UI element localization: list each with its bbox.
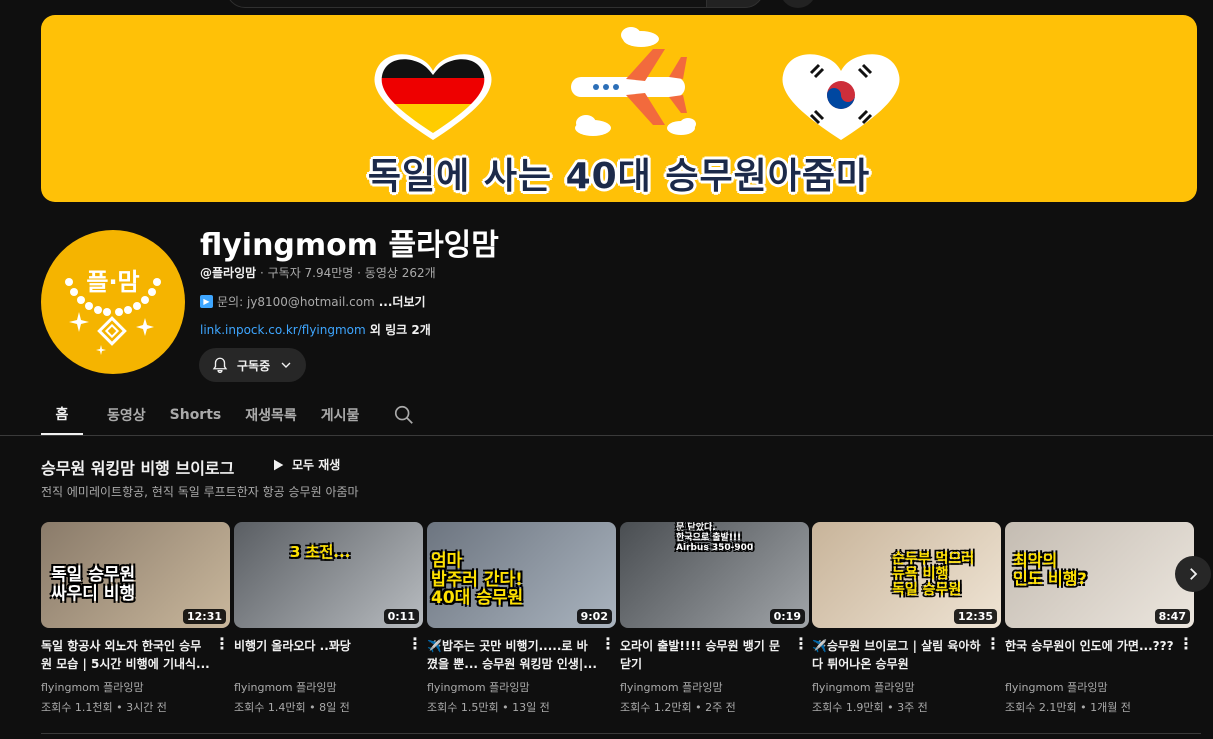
tab-videos[interactable]: 동영상 [107,394,146,435]
channel-title: flyingmom 플라잉맘 [200,228,499,263]
video-thumbnail[interactable]: 3 초전... 0:11 [234,522,423,628]
channel-handle: @플라잉맘 [200,266,257,280]
thumbnail-text: 최악의 인도 비행? [1013,551,1087,588]
next-button[interactable] [1175,556,1211,592]
more-vert-icon[interactable]: ⋮ [214,634,230,654]
chevron-right-icon [1190,568,1198,580]
necklace-icon [65,278,161,355]
banner-caption: 독일에 사는 40대 승무원아줌마 [367,156,871,197]
tab-home[interactable]: 홈 [41,394,83,435]
section-subtitle: 전직 에미레이트항공, 현직 독일 루프트한자 항공 승무원 아줌마 [41,485,359,499]
video-title[interactable]: ✈️밥주는 곳만 비행기.....로 바꼈을 뿐... 승무원 워킹맘 인생|.… [427,637,597,673]
video-channel[interactable]: flyingmom 플라잉맘 [41,679,230,695]
channel-banner: 독일에 사는 40대 승무원아줌마 [41,15,1197,202]
channel-desc-text: 문의: jy8100@hotmail.com [217,295,375,309]
thumbnail-text: 3 초전... [290,543,351,561]
tab-divider [0,435,1213,436]
thumbnail-text: 문 닫았다. 한국으로 출발!!! Airbus 350-900 [676,523,754,553]
play-all-label: 모두 재생 [292,458,341,472]
section-title[interactable]: 승무원 워킹맘 비행 브이로그 [41,455,234,479]
video-title[interactable]: 독일 항공사 외노자 한국인 승무원 모습 | 5시간 비행에 기내식... [41,637,211,673]
section-divider [41,733,1201,734]
video-card[interactable]: 독일 승무원 싸우디 비행 12:31 독일 항공사 외노자 한국인 승무원 모습 … [41,522,230,715]
video-card[interactable]: 엄마 밥주러 간다! 40대 승무원 9:02 ✈️밥주는 곳만 비행기.....로… [427,522,616,715]
video-card[interactable]: 순두부 먹으러 뉴욕 비행 독일 승무원 12:35 ✈️승무원 브이로그 | 살림… [812,522,1001,715]
video-thumbnail[interactable]: 엄마 밥주러 간다! 40대 승무원 9:02 [427,522,616,628]
video-duration: 8:47 [1154,609,1190,624]
more-vert-icon[interactable]: ⋮ [985,634,1001,654]
german-heart-icon [374,54,492,140]
subscribed-button[interactable]: 구독중 [199,348,306,382]
video-title[interactable]: 비행기 올라오다 ..꽈당 [234,637,404,673]
more-vert-icon[interactable]: ⋮ [600,634,616,654]
video-duration: 12:31 [182,609,226,624]
subscribed-label: 구독중 [237,358,271,373]
channel-search-button[interactable] [393,394,415,435]
video-thumbnail[interactable]: 순두부 먹으러 뉴욕 비행 독일 승무원 12:35 [812,522,1001,628]
channel-tabs: 홈 동영상 Shorts 재생목록 게시물 [41,394,415,435]
video-title[interactable]: 한국 승무원이 인도에 가면...??? [1005,637,1175,673]
thumbnail-text: 엄마 밥주러 간다! 40대 승무원 [431,551,524,609]
video-card[interactable]: 3 초전... 0:11 비행기 올라오다 ..꽈당 flyingmom 플라잉맘조회… [234,522,423,715]
video-title[interactable]: 오라이 출발!!!! 승무원 뱅기 문닫기 [620,637,790,673]
video-card[interactable]: 문 닫았다. 한국으로 출발!!! Airbus 350-900 0:19 오라이 … [620,522,809,715]
video-thumbnail[interactable]: 최악의 인도 비행? 8:47 [1005,522,1194,628]
more-vert-icon[interactable]: ⋮ [1178,634,1194,654]
video-stats: 조회수 1.2만회 • 2주 전 [620,701,736,714]
video-stats: 조회수 1.5만회 • 13일 전 [427,701,550,714]
channel-link[interactable]: link.inpock.co.kr/flyingmom [200,323,366,337]
search-icon [395,405,414,424]
video-channel[interactable]: flyingmom 플라잉맘 [1005,679,1194,695]
video-stats: 조회수 2.1만회 • 1개월 전 [1005,701,1131,714]
tab-posts[interactable]: 게시물 [321,394,360,435]
channel-meta: @플라잉맘 · 구독자 7.94만명 · 동영상 262개 [200,264,436,281]
korean-heart-icon [782,54,900,140]
video-card[interactable]: 최악의 인도 비행? 8:47 한국 승무원이 인도에 가면...??? flying… [1005,522,1194,715]
channel-description[interactable]: ▶ 문의: jy8100@hotmail.com ...더보기 [200,293,426,310]
more-button[interactable]: ...더보기 [379,293,426,310]
video-channel[interactable]: flyingmom 플라잉맘 [812,679,1001,695]
play-icon: ▶ [200,295,213,308]
thumbnail-text: 순두부 먹으러 뉴욕 비행 독일 승무원 [892,551,975,598]
tab-playlists[interactable]: 재생목록 [245,394,297,435]
top-bar [0,0,1213,10]
play-all-button[interactable]: 모두 재생 [270,456,340,473]
voice-search-button[interactable] [780,0,816,8]
channel-links: link.inpock.co.kr/flyingmom 외 링크 2개 [200,321,431,338]
more-links[interactable]: 외 링크 2개 [366,323,431,337]
tab-shorts[interactable]: Shorts [170,394,222,435]
search-input[interactable] [226,0,764,8]
thumbnail-text: 독일 승무원 싸우디 비행 [51,565,136,604]
video-channel[interactable]: flyingmom 플라잉맘 [620,679,809,695]
video-thumbnail[interactable]: 독일 승무원 싸우디 비행 12:31 [41,522,230,628]
video-stats: 조회수 1.9만회 • 3주 전 [812,701,928,714]
video-shelf: 독일 승무원 싸우디 비행 12:31 독일 항공사 외노자 한국인 승무원 모습 … [41,522,1201,722]
video-duration: 0:11 [383,609,419,624]
airplane-icon [571,49,687,125]
video-duration: 0:19 [769,609,805,624]
more-vert-icon[interactable]: ⋮ [793,634,809,654]
video-channel[interactable]: flyingmom 플라잉맘 [427,679,616,695]
video-stats: 조회수 1.1천회 • 3시간 전 [41,701,167,714]
video-duration: 9:02 [576,609,612,624]
channel-stats: · 구독자 7.94만명 · 동영상 262개 [256,266,436,280]
video-duration: 12:35 [953,609,997,624]
avatar[interactable]: 플·맘 [41,230,185,374]
play-icon [274,459,284,470]
bell-icon [212,357,228,374]
video-thumbnail[interactable]: 문 닫았다. 한국으로 출발!!! Airbus 350-900 0:19 [620,522,809,628]
video-channel[interactable]: flyingmom 플라잉맘 [234,679,423,695]
search-button[interactable] [706,0,764,8]
video-title[interactable]: ✈️승무원 브이로그 | 살림 육아하다 튀어나온 승무원 [812,637,982,673]
video-stats: 조회수 1.4만회 • 8일 전 [234,701,350,714]
chevron-down-icon [281,362,291,368]
more-vert-icon[interactable]: ⋮ [407,634,423,654]
